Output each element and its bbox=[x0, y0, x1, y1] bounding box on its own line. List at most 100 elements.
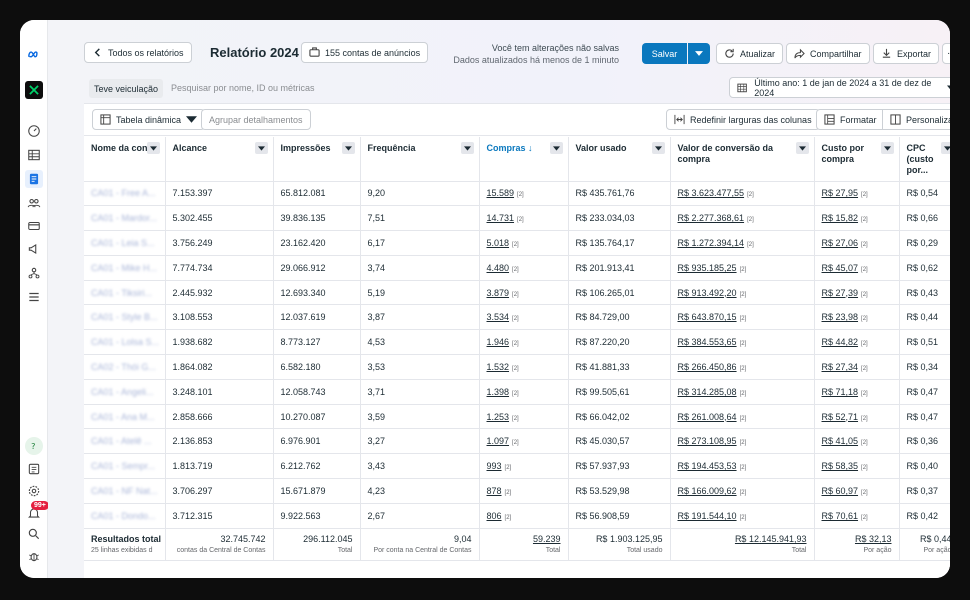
meta-logo-icon[interactable] bbox=[25, 46, 43, 64]
metric-link-cell[interactable]: R$ 166.009,62 [2] bbox=[670, 478, 815, 504]
account-name-cell[interactable]: CA01 - Style B... bbox=[84, 304, 166, 331]
account-name-cell[interactable]: CA01 - Mardor... bbox=[84, 205, 166, 232]
metric-value[interactable]: R$ 15,82 bbox=[822, 213, 859, 223]
metric-link-cell[interactable]: 3.879 [2] bbox=[479, 280, 569, 306]
table-row[interactable]: CA01 - Lolsa S... 1.938.682 8.773.127 4,53 1… bbox=[84, 329, 950, 356]
metric-link-cell[interactable]: 3.534 [2] bbox=[479, 304, 569, 331]
metric-link-cell[interactable]: R$ 44,82 [2] bbox=[814, 329, 900, 356]
metric-link-cell[interactable]: R$ 2.277.368,61 [2] bbox=[670, 205, 815, 232]
metric-link-cell[interactable]: R$ 384.553,65 [2] bbox=[670, 329, 815, 356]
metric-link-cell[interactable]: R$ 70,61 [2] bbox=[814, 503, 900, 529]
billing-icon[interactable] bbox=[25, 217, 43, 235]
metric-link-cell[interactable]: 1.253 [2] bbox=[479, 404, 569, 430]
table-row[interactable]: CA01 - Dondo... 3.712.315 9.922.563 2,67 806… bbox=[84, 503, 950, 529]
metric-value[interactable]: 1.946 bbox=[487, 337, 510, 347]
metric-link-cell[interactable]: R$ 643.870,15 [2] bbox=[670, 304, 815, 331]
save-options-button[interactable] bbox=[688, 43, 710, 64]
refresh-button[interactable]: Atualizar bbox=[716, 43, 784, 64]
delivery-filter-chip[interactable]: Teve veiculação bbox=[89, 79, 164, 98]
more-options-button[interactable]: ··· bbox=[942, 43, 950, 64]
metric-value[interactable]: 15.589 bbox=[487, 188, 515, 198]
metric-link-cell[interactable]: R$ 266.450,86 [2] bbox=[670, 354, 815, 380]
metric-link-cell[interactable]: 806 [2] bbox=[479, 503, 569, 529]
table-row[interactable]: CA01 - Tiksiri... 2.445.932 12.693.340 5,19… bbox=[84, 280, 950, 306]
account-name-cell[interactable]: CA01 - Free A... bbox=[84, 181, 166, 207]
group-breakdowns-button[interactable]: Agrupar detalhamentos bbox=[201, 109, 311, 130]
column-header[interactable]: Compras ↓ bbox=[479, 137, 569, 182]
metric-value[interactable]: R$ 41,05 bbox=[822, 436, 859, 446]
format-button[interactable]: Formatar bbox=[816, 109, 885, 130]
metric-link-cell[interactable]: R$ 191.544,10 [2] bbox=[670, 503, 815, 529]
column-menu-icon[interactable] bbox=[549, 142, 563, 154]
metric-link-cell[interactable]: R$ 273.108,95 [2] bbox=[670, 428, 815, 455]
metric-link-cell[interactable]: R$ 52,71 [2] bbox=[814, 404, 900, 430]
account-name-cell[interactable]: CA01 - Lolsa S... bbox=[84, 329, 166, 356]
metric-value[interactable]: R$ 23,98 bbox=[822, 312, 859, 322]
metric-link-cell[interactable]: R$ 45,07 [2] bbox=[814, 255, 900, 281]
metric-value[interactable]: 1.532 bbox=[487, 362, 510, 372]
metric-value[interactable]: 993 bbox=[487, 461, 502, 471]
metric-value[interactable]: R$ 52,71 bbox=[822, 412, 859, 422]
column-header[interactable]: Custo por compra bbox=[814, 137, 900, 182]
table-row[interactable]: CA01 - Mardor... 5.302.455 39.836.135 7,51 1… bbox=[84, 205, 950, 232]
reset-column-widths-button[interactable]: Redefinir larguras das colunas bbox=[666, 109, 820, 130]
metric-link-cell[interactable]: 1.946 [2] bbox=[479, 329, 569, 356]
metric-value[interactable]: R$ 60,97 bbox=[822, 486, 859, 496]
metric-value[interactable]: R$ 166.009,62 bbox=[678, 486, 737, 496]
metric-link-cell[interactable]: R$ 27,06 [2] bbox=[814, 230, 900, 256]
metric-link-cell[interactable]: R$ 27,39 [2] bbox=[814, 280, 900, 306]
metric-value[interactable]: R$ 58,35 bbox=[822, 461, 859, 471]
metric-value[interactable]: R$ 913.492,20 bbox=[678, 288, 737, 298]
metric-link-cell[interactable]: R$ 27,34 [2] bbox=[814, 354, 900, 380]
column-header[interactable]: Valor de conversão da compra bbox=[670, 137, 815, 182]
account-name-cell[interactable]: CA01 - Sempr... bbox=[84, 453, 166, 480]
metric-value[interactable]: R$ 266.450,86 bbox=[678, 362, 737, 372]
date-range-picker[interactable]: Último ano: 1 de jan de 2024 a 31 de dez… bbox=[729, 77, 950, 98]
column-header[interactable]: Nome da conta bbox=[84, 137, 166, 182]
column-menu-icon[interactable] bbox=[880, 142, 894, 154]
column-menu-icon[interactable] bbox=[795, 142, 809, 154]
metric-value[interactable]: 14.731 bbox=[487, 213, 515, 223]
account-name-cell[interactable]: CA01 - Leia S... bbox=[84, 230, 166, 256]
metric-link-cell[interactable]: R$ 27,95 [2] bbox=[814, 181, 900, 207]
metric-value[interactable]: R$ 273.108,95 bbox=[678, 436, 737, 446]
audience-icon[interactable] bbox=[25, 194, 43, 212]
metric-value[interactable]: 1.398 bbox=[487, 387, 510, 397]
column-header[interactable]: Alcance bbox=[165, 137, 274, 182]
metric-value[interactable]: R$ 261.008,64 bbox=[678, 412, 737, 422]
metric-value[interactable]: R$ 44,82 bbox=[822, 337, 859, 347]
dashboard-icon[interactable] bbox=[25, 122, 43, 140]
metric-value[interactable]: R$ 384.553,65 bbox=[678, 337, 737, 347]
table-row[interactable]: CA01 - NF Nat... 3.706.297 15.671.879 4,23 8… bbox=[84, 478, 950, 504]
column-header[interactable]: Valor usado bbox=[568, 137, 671, 182]
account-name-cell[interactable]: CA01 - Angeli... bbox=[84, 379, 166, 405]
account-name-cell[interactable]: CA01 - Mike H... bbox=[84, 255, 166, 281]
metric-value[interactable]: R$ 70,61 bbox=[822, 511, 859, 521]
back-to-reports-button[interactable]: Todos os relatórios bbox=[84, 42, 192, 63]
metric-link-cell[interactable]: 15.589 [2] bbox=[479, 181, 569, 207]
column-menu-icon[interactable] bbox=[254, 142, 268, 154]
metric-value[interactable]: 3.534 bbox=[487, 312, 510, 322]
metric-value[interactable]: 1.097 bbox=[487, 436, 510, 446]
account-name-cell[interactable]: CA02 - Thói G... bbox=[84, 354, 166, 380]
metric-value[interactable]: R$ 2.277.368,61 bbox=[678, 213, 745, 223]
metric-link-cell[interactable]: R$ 3.623.477,55 [2] bbox=[670, 181, 815, 207]
table-row[interactable]: CA01 - Sempr... 1.813.719 6.212.762 3,43 993… bbox=[84, 453, 950, 480]
table-row[interactable]: CA01 - Leia S... 3.756.249 23.162.420 6,17 5… bbox=[84, 230, 950, 256]
metric-link-cell[interactable]: R$ 23,98 [2] bbox=[814, 304, 900, 331]
metric-value[interactable]: R$ 194.453,53 bbox=[678, 461, 737, 471]
column-menu-icon[interactable] bbox=[651, 142, 665, 154]
column-menu-icon[interactable] bbox=[460, 142, 474, 154]
account-name-cell[interactable]: CA01 - NF Nat... bbox=[84, 478, 166, 504]
metric-value[interactable]: R$ 643.870,15 bbox=[678, 312, 737, 322]
metric-link-cell[interactable]: R$ 935.185,25 [2] bbox=[670, 255, 815, 281]
account-tree-icon[interactable] bbox=[25, 264, 43, 282]
account-name-cell[interactable]: CA01 - Tiksiri... bbox=[84, 280, 166, 306]
metric-link-cell[interactable]: 14.731 [2] bbox=[479, 205, 569, 232]
table-row[interactable]: CA01 - Style B... 3.108.553 12.037.619 3,87… bbox=[84, 304, 950, 331]
column-header[interactable]: Frequência bbox=[360, 137, 480, 182]
account-name-cell[interactable]: CA01 - Atelê ... bbox=[84, 428, 166, 455]
metric-value[interactable]: 5.018 bbox=[487, 238, 510, 248]
export-button[interactable]: Exportar bbox=[873, 43, 940, 64]
search-input[interactable]: Pesquisar por nome, ID ou métricas bbox=[171, 83, 315, 93]
